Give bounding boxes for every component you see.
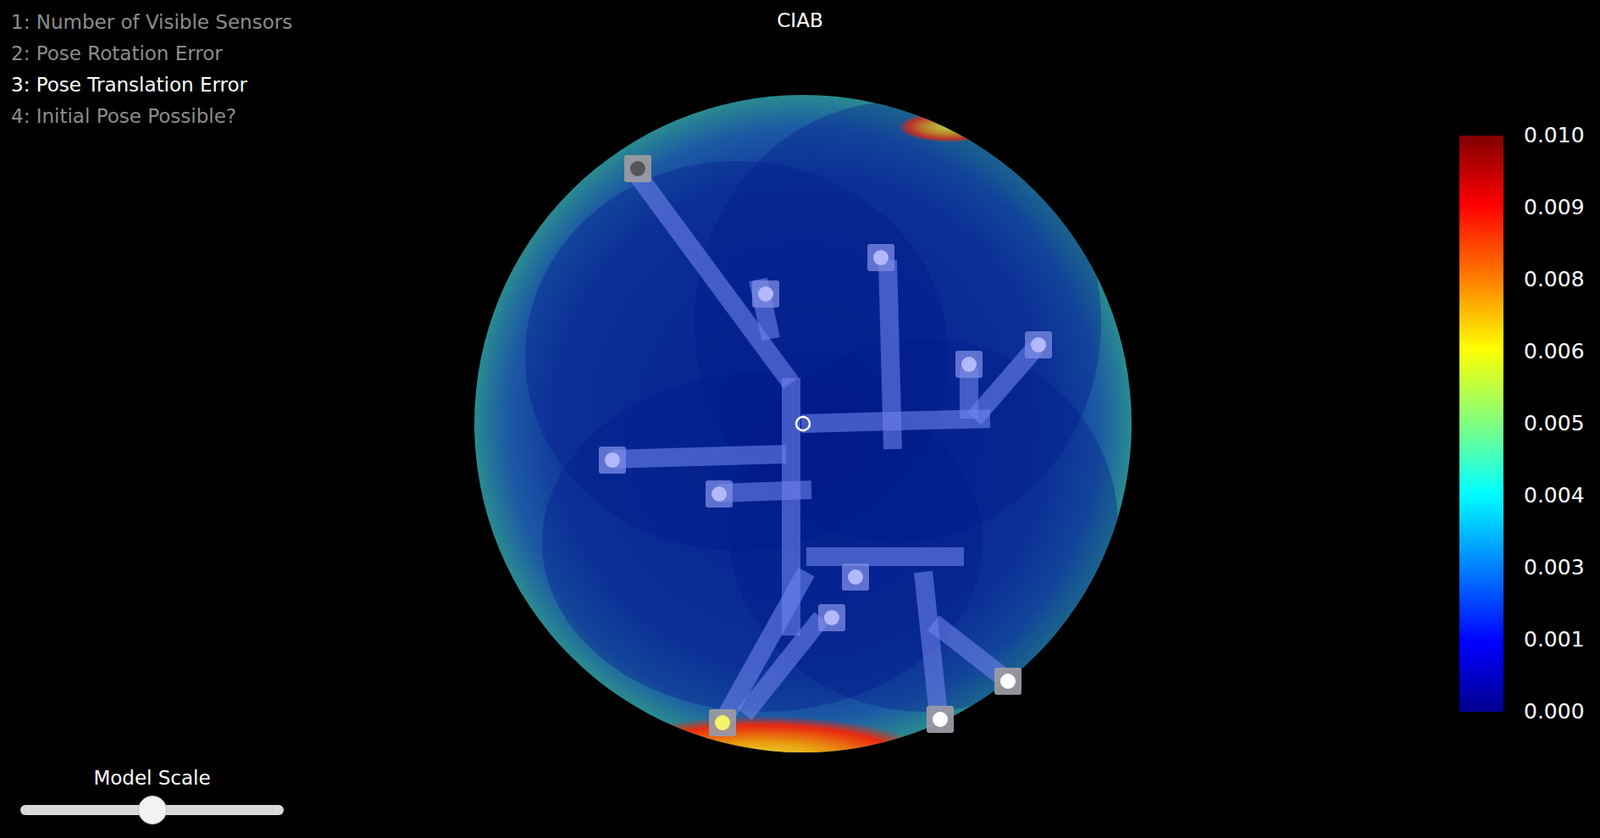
sensor-icon	[624, 155, 652, 183]
model-scale-control: Model Scale	[20, 764, 284, 815]
colorbar-tick: 0.001	[1523, 626, 1585, 653]
colorbar-tick: 0.008	[1523, 266, 1585, 293]
model-beam	[923, 571, 939, 715]
sensor-icon	[926, 705, 954, 733]
error-hotspot	[584, 715, 941, 809]
sensor-icon	[708, 708, 737, 737]
sensor-icon	[598, 446, 626, 474]
colorbar-tick: 0.003	[1523, 554, 1585, 581]
colorbar-tick: 0.006	[1523, 338, 1585, 365]
view-menu-item[interactable]: 3: Pose Translation Error	[11, 69, 293, 101]
model-beam	[719, 489, 812, 493]
model-beam	[887, 260, 893, 449]
colorbar-tick: 0.005	[1523, 410, 1585, 437]
colorbar: 0.010 0.009 0.008 0.006 0.005 0.004 0.003 0.001…	[1459, 122, 1585, 725]
sensor-icon	[867, 243, 895, 272]
view-menu-item[interactable]: 4: Initial Pose Possible?	[11, 100, 293, 133]
colorbar-gradient	[1459, 135, 1504, 712]
center-marker	[796, 416, 810, 431]
colorbar-tick: 0.000	[1523, 698, 1585, 725]
colorbar-tick: 0.010	[1523, 122, 1585, 149]
slider-thumb[interactable]	[138, 795, 167, 825]
view-title: CIAB	[0, 6, 1600, 34]
model	[598, 155, 1052, 737]
model-beam	[744, 617, 822, 715]
colorbar-tick: 0.004	[1523, 482, 1585, 509]
model-beam	[806, 547, 964, 566]
sphere-view[interactable]	[0, 0, 1600, 838]
sensor-icon	[705, 480, 733, 508]
colorbar-tick: 0.009	[1523, 194, 1585, 221]
model-beam	[632, 168, 792, 383]
view-menu-item[interactable]: 2: Pose Rotation Error	[11, 38, 293, 70]
sensor-icon	[818, 603, 846, 632]
sensor-icon	[752, 280, 780, 308]
slider-track[interactable]	[20, 804, 284, 815]
view-menu-item[interactable]: 1: Number of Visible Sensors	[11, 6, 293, 39]
sensor-icon	[841, 563, 870, 591]
model-beam	[612, 453, 787, 460]
sphere	[474, 94, 1132, 753]
colorbar-ticks: 0.010 0.009 0.008 0.006 0.005 0.004 0.003 0.001…	[1523, 122, 1585, 725]
sensor-icon	[994, 667, 1022, 695]
error-hotspot	[897, 111, 1000, 143]
slider-label: Model Scale	[93, 764, 211, 792]
sensor-icon	[955, 350, 983, 378]
view-menu: 1: Number of Visible Sensors2: Pose Rota…	[11, 6, 293, 133]
sensor-icon	[1024, 331, 1052, 359]
viewer: 1: Number of Visible Sensors2: Pose Rota…	[0, 0, 1600, 838]
